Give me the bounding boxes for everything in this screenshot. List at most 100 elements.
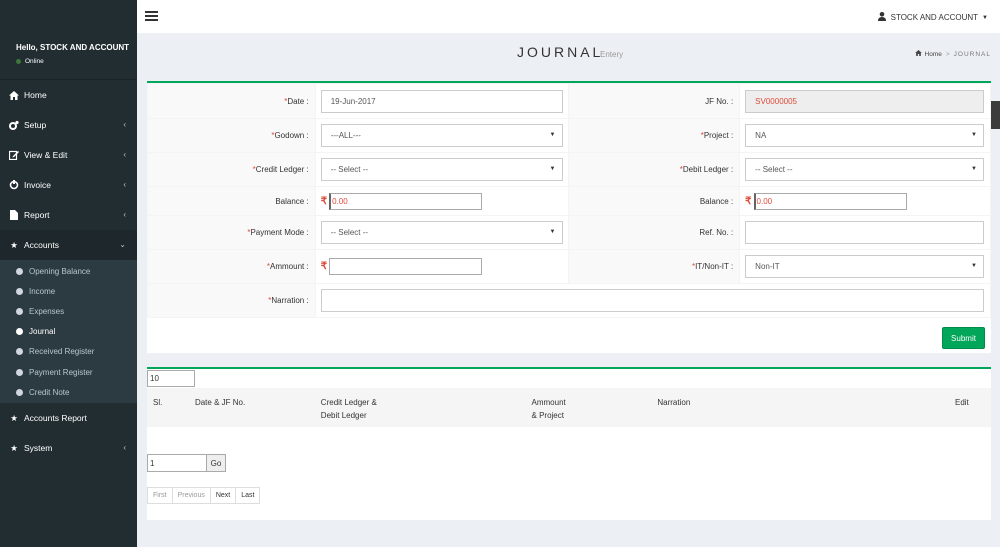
- sidebar-item-accounts[interactable]: ★ Accounts ⌄: [0, 230, 137, 260]
- go-button[interactable]: Go: [206, 454, 226, 472]
- column-header-ledger: Credit Ledger & Debit Ledger: [314, 388, 527, 427]
- home-icon: [9, 90, 19, 100]
- pager-next[interactable]: Next: [209, 487, 237, 504]
- payment-mode-label: *Payment Mode :: [147, 215, 316, 250]
- circle-icon: [16, 388, 23, 396]
- dropdown-arrow-icon: ▼: [549, 166, 556, 172]
- chevron-left-icon: ‹: [123, 150, 126, 159]
- star-icon: ★: [10, 239, 18, 250]
- sidebar-item-label: View & Edit: [24, 150, 68, 160]
- sidebar-logo-area: [0, 0, 137, 33]
- debit-balance-label: Balance :: [567, 186, 741, 216]
- sidebar-item-home[interactable]: Home: [0, 80, 137, 110]
- column-header-date-jf: Date & JF No.: [188, 388, 316, 427]
- debit-ledger-select[interactable]: -- Select -- ▼: [745, 158, 984, 181]
- sidebar-item-label: Invoice: [24, 180, 51, 190]
- submenu-item-label: Expenses: [29, 306, 65, 316]
- dropdown-arrow-icon: ▼: [549, 229, 556, 235]
- column-header-amount-project: Ammount & Project: [525, 388, 653, 427]
- pager-previous[interactable]: Previous: [171, 487, 211, 504]
- sidebar-item-setup[interactable]: Setup ‹: [0, 110, 137, 140]
- it-non-it-label: *IT/Non-IT :: [567, 249, 741, 284]
- sidebar-item-accounts-report[interactable]: ★ Accounts Report: [0, 403, 137, 433]
- submenu-item-opening-balance[interactable]: Opening Balance: [0, 261, 137, 281]
- submenu-item-credit-note[interactable]: Credit Note: [0, 382, 137, 402]
- credit-ledger-select[interactable]: -- Select -- ▼: [320, 158, 563, 181]
- dropdown-arrow-icon: ▼: [971, 166, 977, 172]
- submenu-item-received-register[interactable]: Received Register: [0, 342, 137, 362]
- rupee-icon: ₹: [320, 195, 328, 207]
- file-icon: [9, 210, 19, 220]
- accounts-submenu-wrapper: Opening Balance Income Expenses Journal …: [0, 260, 137, 404]
- dropdown-arrow-icon: ▼: [971, 132, 977, 138]
- edit-icon: [9, 150, 19, 160]
- submenu-item-income[interactable]: Income: [0, 281, 137, 301]
- dropdown-arrow-icon: ▼: [971, 263, 977, 269]
- journal-list: 10 Sl. Date & JF No. Credit Ledger & Debi…: [147, 367, 992, 520]
- sidebar-item-system[interactable]: ★ System ‹: [0, 433, 137, 463]
- breadcrumb: Home > JOURNAL: [914, 50, 991, 58]
- circle-icon: [16, 287, 23, 295]
- pager-last[interactable]: Last: [235, 487, 261, 504]
- plug-icon: [9, 180, 19, 190]
- star-icon: ★: [10, 412, 18, 423]
- circle-icon: [16, 307, 23, 315]
- user-icon: [877, 12, 886, 23]
- status-text: Online: [25, 58, 44, 65]
- project-select[interactable]: NA ▼: [745, 124, 984, 147]
- submenu-item-label: Income: [29, 286, 56, 296]
- breadcrumb-home-link[interactable]: Home: [925, 51, 942, 58]
- narration-input[interactable]: [320, 289, 984, 312]
- godown-label: *Godown :: [147, 118, 316, 153]
- submenu-item-payment-register[interactable]: Payment Register: [0, 362, 137, 382]
- column-header-sl: Sl.: [147, 388, 190, 427]
- payment-mode-select[interactable]: -- Select -- ▼: [320, 221, 563, 244]
- chevron-left-icon: ‹: [123, 210, 126, 219]
- sidebar: Hello, STOCK AND ACCOUNT Online Home Set…: [0, 0, 137, 547]
- ref-no-input[interactable]: [745, 221, 984, 244]
- submenu-item-label: Payment Register: [29, 367, 93, 377]
- chevron-down-icon: ⌄: [119, 240, 126, 249]
- jf-no-field: SV0000005: [745, 89, 984, 113]
- journal-table: Sl. Date & JF No. Credit Ledger & Debit L…: [147, 388, 992, 427]
- jf-no-label: JF No. :: [567, 83, 741, 119]
- cogs-icon: [9, 120, 19, 130]
- submenu-item-expenses[interactable]: Expenses: [0, 301, 137, 321]
- page-subtitle: Entery: [600, 50, 624, 59]
- sidebar-item-invoice[interactable]: Invoice ‹: [0, 170, 137, 200]
- user-menu-dropdown[interactable]: STOCK AND ACCOUNT ▼: [877, 12, 988, 23]
- submit-button[interactable]: Submit: [942, 327, 985, 349]
- circle-icon: [16, 267, 23, 275]
- caret-down-icon: ▼: [982, 14, 988, 21]
- page-title: JOURNAL: [517, 44, 604, 60]
- sidebar-item-label: Home: [24, 90, 47, 100]
- date-input[interactable]: 19-Jun-2017: [320, 89, 563, 113]
- sidebar-item-label: Report: [24, 210, 50, 220]
- sidebar-item-report[interactable]: Report ‹: [0, 200, 137, 230]
- debit-balance-field: 0.00: [753, 192, 907, 210]
- credit-balance-label: Balance :: [147, 186, 316, 216]
- ref-no-label: Ref. No. :: [567, 215, 741, 250]
- chevron-left-icon: ‹: [123, 120, 126, 129]
- user-greeting: Hello, STOCK AND ACCOUNT: [16, 43, 130, 52]
- sidebar-item-view-edit[interactable]: View & Edit ‹: [0, 140, 137, 170]
- amount-input[interactable]: [329, 258, 483, 275]
- page-size-input[interactable]: 10: [147, 370, 195, 387]
- credit-ledger-label: *Credit Ledger :: [147, 152, 316, 187]
- pager-first[interactable]: First: [147, 487, 173, 504]
- submenu-item-label: Received Register: [29, 347, 95, 357]
- sidebar-item-label: Accounts: [24, 240, 59, 250]
- circle-icon: [16, 328, 23, 336]
- form-table: *Date : 19-Jun-2017 JF No. : SV0000005 *…: [147, 83, 992, 318]
- column-header-edit: Edit: [948, 388, 992, 427]
- godown-select[interactable]: ---ALL--- ▼: [320, 124, 563, 147]
- sidebar-menu: Home Setup ‹ View & Edit ‹ Invoice ‹ Rep…: [0, 80, 137, 463]
- rupee-icon: ₹: [320, 261, 328, 272]
- menu-toggle-icon[interactable]: [145, 11, 158, 21]
- it-non-it-select[interactable]: Non-IT ▼: [745, 255, 984, 278]
- page-number-input[interactable]: 1: [147, 454, 207, 472]
- submenu-item-label: Credit Note: [29, 387, 70, 397]
- narration-label: *Narration :: [147, 283, 316, 318]
- submenu-item-journal[interactable]: Journal: [0, 322, 137, 342]
- user-status: Online: [16, 58, 137, 65]
